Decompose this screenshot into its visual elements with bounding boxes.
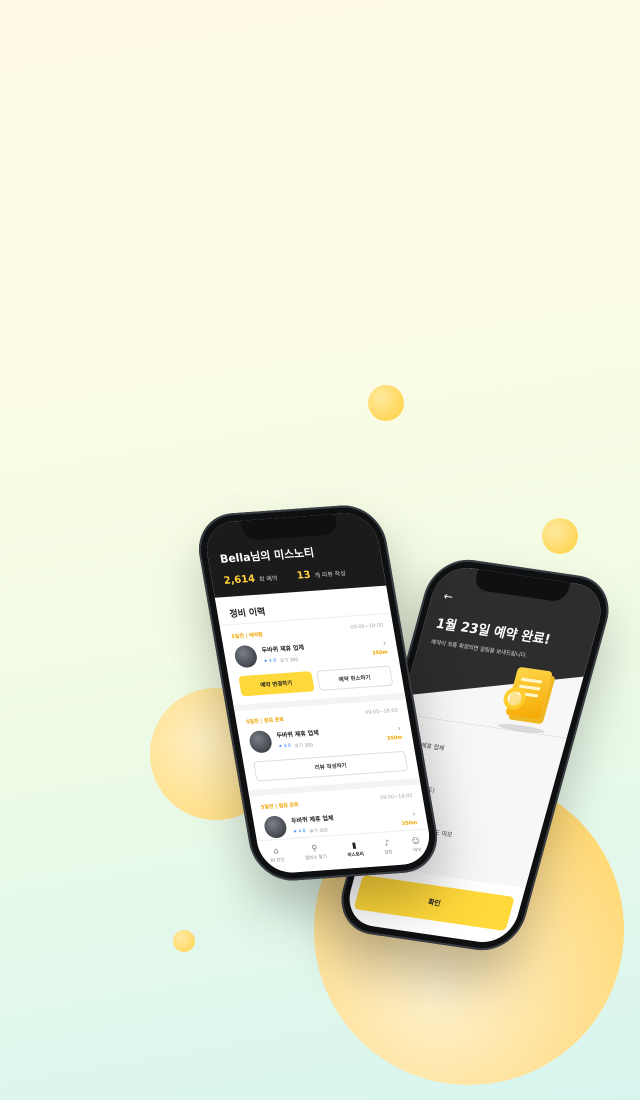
shop-reviews: 후기 300 bbox=[279, 657, 299, 665]
stat-reviews: 13 bbox=[295, 569, 312, 582]
chevron-right-icon[interactable]: › bbox=[370, 638, 387, 648]
location-pin-icon: ⚲ bbox=[310, 843, 319, 853]
bell-icon: ♪ bbox=[383, 838, 391, 848]
shop-rating: ★ 4.8 bbox=[263, 658, 277, 665]
tab-find-shop[interactable]: ⚲ 정비소 찾기 bbox=[303, 843, 328, 861]
car-icon: ⌂ bbox=[272, 846, 280, 856]
stat-reviews-label: 개 리뷰 작성 bbox=[314, 570, 347, 580]
card-status: 5일전 | 예약중 bbox=[231, 631, 264, 641]
shop-avatar bbox=[233, 644, 259, 669]
decor-orb bbox=[173, 930, 195, 952]
shop-reviews: 후기 300 bbox=[309, 828, 329, 835]
tab-my-story[interactable]: ▮ 마스토리 bbox=[345, 840, 364, 859]
history-screen: Bella님의 미스노티 2,614 회 예약 13 개 리뷰 작성 정비 이력… bbox=[201, 511, 435, 875]
history-card[interactable]: 5일전 | 점검 완료 09:00~18:00 두바퀴 제휴 업체 ★ 4.8 … bbox=[234, 698, 421, 797]
chevron-right-icon[interactable]: › bbox=[399, 808, 417, 818]
change-reservation-button[interactable]: 예약 변경하기 bbox=[238, 671, 315, 697]
card-hours: 09:00~18:00 bbox=[364, 707, 399, 716]
decor-orb bbox=[542, 518, 578, 554]
shop-rating: ★ 4.8 bbox=[292, 828, 307, 835]
tab-ai-diagnosis[interactable]: ⌂ AI 진단 bbox=[268, 846, 285, 864]
shop-name: 두바퀴 제휴 업체 bbox=[275, 729, 320, 740]
stat-count-label: 회 예약 bbox=[258, 575, 278, 584]
stat-count: 2,614 bbox=[222, 573, 257, 587]
shop-reviews: 후기 300 bbox=[294, 743, 314, 750]
decor-orb bbox=[368, 385, 404, 421]
shop-avatar bbox=[262, 815, 289, 839]
user-icon: ☺ bbox=[410, 836, 421, 846]
shop-distance: 350m bbox=[386, 734, 403, 742]
shop-distance: 350m bbox=[371, 648, 389, 657]
cancel-reservation-button[interactable]: 예약 취소하기 bbox=[315, 665, 394, 691]
header-title: Bella님의 미스노티 bbox=[218, 546, 316, 566]
confirm-button[interactable]: 확인 bbox=[353, 874, 515, 932]
phone-history-mockup: Bella님의 미스노티 2,614 회 예약 13 개 리뷰 작성 정비 이력… bbox=[192, 502, 444, 884]
card-status: 5일전 | 점검 완료 bbox=[260, 802, 300, 811]
shop-name: 두바퀴 제휴 업체 bbox=[261, 644, 305, 655]
card-hours: 09:00~18:00 bbox=[379, 792, 414, 802]
card-status: 5일전 | 점검 완료 bbox=[245, 716, 285, 726]
document-icon: ▮ bbox=[351, 840, 358, 850]
shop-avatar bbox=[247, 729, 274, 754]
shop-distance: 350m bbox=[401, 819, 418, 827]
stats-row: 2,614 회 예약 13 개 리뷰 작성 bbox=[223, 565, 373, 587]
chevron-right-icon[interactable]: › bbox=[385, 723, 402, 733]
write-review-button[interactable]: 리뷰 작성하기 bbox=[253, 750, 409, 782]
shop-rating: ★ 4.8 bbox=[278, 743, 292, 750]
card-hours: 09:00~18:00 bbox=[350, 622, 384, 631]
history-card[interactable]: 5일전 | 예약중 09:00~18:00 두바퀴 제휴 업체 ★ 4.8 후기… bbox=[219, 613, 406, 712]
tab-my[interactable]: ☺ 마이 bbox=[411, 836, 422, 854]
shop-name: 두바퀴 제휴 업체 bbox=[290, 814, 335, 825]
tab-notifications[interactable]: ♪ 알림 bbox=[382, 838, 394, 856]
